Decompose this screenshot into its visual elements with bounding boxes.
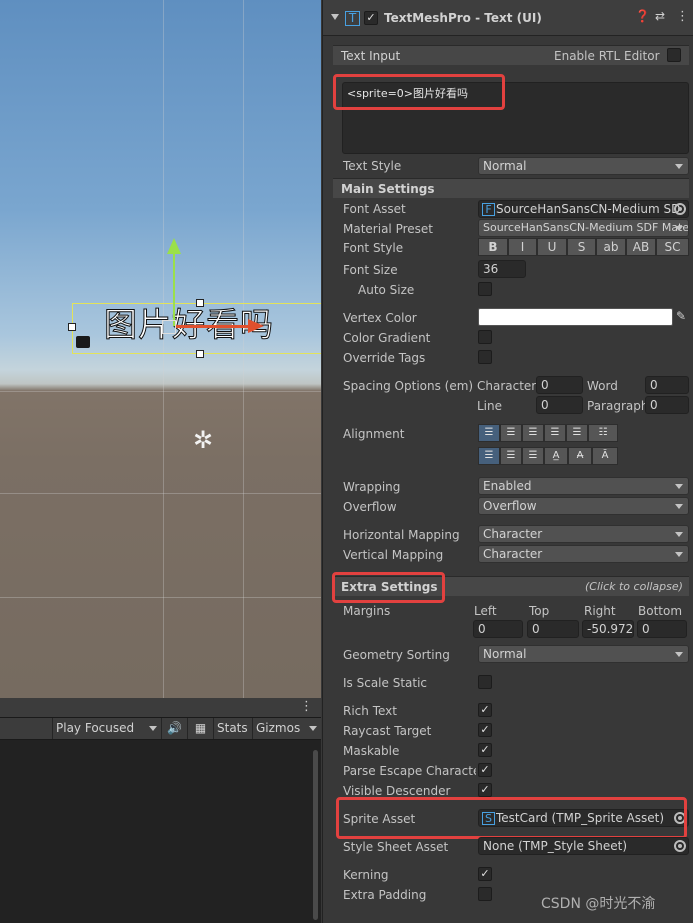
highlight-extra-settings	[332, 572, 445, 603]
margin-top-field[interactable]: 0	[527, 620, 579, 638]
component-enabled-checkbox[interactable]: ✓	[364, 11, 378, 25]
move-gizmo-y-axis[interactable]	[173, 250, 175, 326]
align-capline-button[interactable]: Ā	[592, 447, 618, 465]
align-middle-button[interactable]: ☰	[500, 447, 522, 465]
play-focused-dropdown[interactable]: Play Focused	[52, 718, 161, 739]
material-preset-dropdown[interactable]: SourceHanSansCN-Medium SDF Mate	[478, 219, 689, 237]
align-flush-button[interactable]: ☰	[566, 424, 588, 442]
font-style-strikethrough-button[interactable]: S	[567, 238, 596, 256]
horizontal-mapping-dropdown[interactable]: Character	[478, 525, 689, 543]
game-view: ⋮ Play Focused 🔊 ▦ Stats Gizmos	[0, 698, 321, 923]
game-tab-bar: ⋮	[0, 698, 321, 718]
style-sheet-field[interactable]: None (TMP_Style Sheet)	[478, 837, 689, 855]
highlight-text-input	[333, 74, 505, 110]
character-spacing-field[interactable]: 0	[536, 376, 583, 394]
override-tags-checkbox[interactable]	[478, 350, 492, 364]
vertex-color-field[interactable]	[478, 308, 673, 326]
vertical-mapping-dropdown[interactable]: Character	[478, 545, 689, 563]
resize-handle-top[interactable]	[196, 299, 204, 307]
help-icon[interactable]: ❓	[635, 9, 650, 23]
align-geometry-button[interactable]: ☷	[588, 424, 618, 442]
overflow-dropdown[interactable]: Overflow	[478, 497, 689, 515]
margin-right-field[interactable]: -50.972	[582, 620, 634, 638]
wrapping-dropdown[interactable]: Enabled	[478, 477, 689, 495]
more-options-icon[interactable]: ⋮	[300, 699, 313, 714]
parse-escape-label-clip: Parse Escape Characters	[343, 764, 476, 778]
object-picker-icon[interactable]	[674, 203, 686, 215]
word-spacing-field[interactable]: 0	[645, 376, 689, 394]
color-gradient-checkbox[interactable]	[478, 330, 492, 344]
raycast-target-checkbox[interactable]: ✓	[478, 723, 492, 737]
rtl-editor-checkbox[interactable]	[667, 48, 681, 62]
resize-handle-bottom[interactable]	[196, 350, 204, 358]
pivot-handle[interactable]	[162, 320, 176, 334]
highlight-sprite-asset	[336, 797, 687, 839]
eyedropper-icon[interactable]: ✎	[676, 309, 686, 323]
scene-view[interactable]: 图片好看吗 ✲	[0, 0, 321, 698]
chevron-down-icon	[149, 726, 157, 731]
game-toolbar: Play Focused 🔊 ▦ Stats Gizmos	[0, 718, 321, 740]
font-style-uppercase-button[interactable]: AB	[626, 238, 656, 256]
stats-button[interactable]: Stats	[213, 718, 252, 739]
inspector-panel: T ✓ TextMeshPro - Text (UI) ❓ ⇄ ⋮ Text I…	[322, 0, 693, 923]
align-justify-button[interactable]: ☰	[544, 424, 566, 442]
grid-toggle-icon[interactable]: ▦	[187, 718, 213, 739]
object-picker-icon[interactable]	[674, 840, 686, 852]
font-style-italic-button[interactable]: I	[508, 238, 537, 256]
is-scale-static-checkbox[interactable]	[478, 675, 492, 689]
font-asset-icon: F	[482, 203, 495, 216]
kerning-checkbox[interactable]: ✓	[478, 867, 492, 881]
align-bottom-button[interactable]: ☰	[522, 447, 544, 465]
move-gizmo-x-arrow[interactable]	[248, 319, 264, 333]
font-style-smallcaps-button[interactable]: SC	[656, 238, 689, 256]
align-right-button[interactable]: ☰	[522, 424, 544, 442]
resize-handle-left[interactable]	[68, 323, 76, 331]
align-center-button[interactable]: ☰	[500, 424, 522, 442]
rich-text-checkbox[interactable]: ✓	[478, 703, 492, 717]
line-spacing-field[interactable]: 0	[536, 396, 583, 414]
maskable-checkbox[interactable]: ✓	[478, 743, 492, 757]
main-settings-header[interactable]: Main Settings	[333, 178, 689, 198]
text-input-header[interactable]: Text Input Enable RTL Editor	[333, 45, 689, 65]
more-options-icon[interactable]: ⋮	[676, 9, 689, 24]
collapse-arrow-icon[interactable]	[331, 14, 339, 20]
font-style-bold-button[interactable]: B	[478, 238, 508, 256]
font-style-underline-button[interactable]: U	[537, 238, 567, 256]
move-gizmo-x-axis[interactable]	[175, 325, 250, 328]
align-left-button[interactable]: ☰	[478, 424, 500, 442]
align-baseline-button[interactable]: A̲	[544, 447, 568, 465]
component-title: TextMeshPro - Text (UI)	[384, 11, 542, 25]
scene-sprite-icon	[76, 336, 90, 348]
light-gizmo-icon: ✲	[193, 426, 214, 454]
component-header: T ✓ TextMeshPro - Text (UI) ❓ ⇄ ⋮	[323, 0, 693, 36]
font-size-field[interactable]: 36	[478, 260, 526, 278]
preset-icon[interactable]: ⇄	[655, 9, 665, 23]
align-midline-button[interactable]: A̶	[568, 447, 592, 465]
geometry-sorting-dropdown[interactable]: Normal	[478, 645, 689, 663]
visible-descender-checkbox[interactable]: ✓	[478, 783, 492, 797]
align-top-button[interactable]: ☰	[478, 447, 500, 465]
mute-audio-icon[interactable]: 🔊	[161, 718, 187, 739]
gizmos-dropdown[interactable]: Gizmos	[252, 718, 321, 739]
margin-bottom-field[interactable]: 0	[637, 620, 687, 638]
paragraph-spacing-field[interactable]: 0	[645, 396, 689, 414]
margin-left-field[interactable]: 0	[473, 620, 523, 638]
extra-padding-checkbox[interactable]	[478, 887, 492, 901]
watermark: CSDN @时光不渝	[541, 896, 656, 912]
text-style-dropdown[interactable]: Normal	[478, 157, 689, 175]
font-asset-field[interactable]: F SourceHanSansCN-Medium SD	[478, 200, 689, 218]
parse-escape-checkbox[interactable]: ✓	[478, 763, 492, 777]
game-scrollbar[interactable]	[313, 750, 318, 920]
textmeshpro-icon: T	[345, 11, 360, 26]
move-gizmo-y-arrow[interactable]	[167, 238, 181, 254]
auto-size-checkbox[interactable]	[478, 282, 492, 296]
font-style-lowercase-button[interactable]: ab	[596, 238, 626, 256]
chevron-down-icon	[309, 726, 317, 731]
